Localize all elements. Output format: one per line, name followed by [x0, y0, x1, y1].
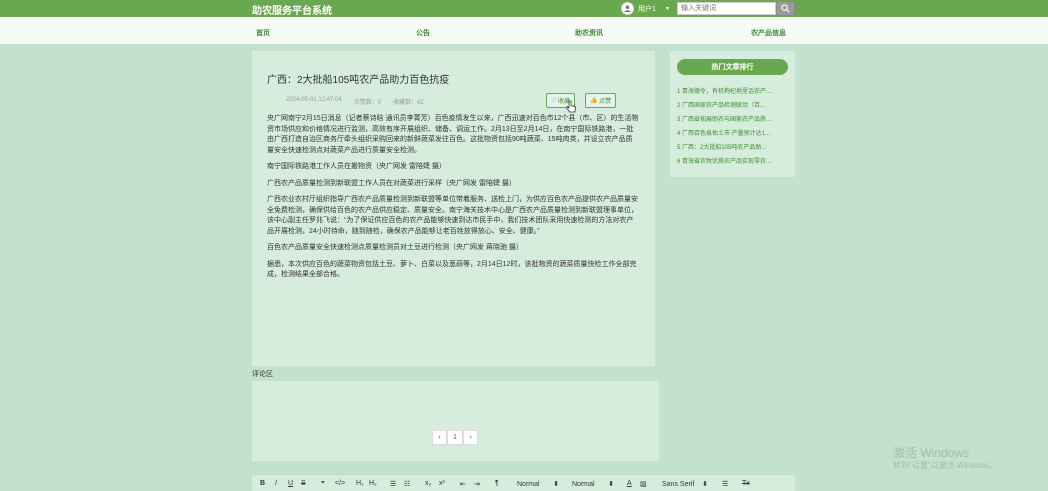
hot-articles-panel: 热门文章排行 1 青海德令，有机枸杞地里话农产... 2 广西国家农产品检测联动… [670, 51, 795, 177]
top-header: 助农服务平台系统 用户1 ▾ [0, 0, 1048, 17]
avatar [621, 2, 634, 15]
heading1-button[interactable]: H₁ [356, 480, 363, 487]
indent-button[interactable]: ⇥ [474, 480, 480, 488]
hot-article-item[interactable]: 2 广西国家农产品检测联动（百... [677, 99, 789, 113]
font-size-select[interactable]: Normal ⬍ [517, 480, 559, 488]
article-paragraph: 南宁国际铁路港工作人员在搬物资（央广网发 雷陪婕 摄） [267, 163, 446, 170]
comments-area: ‹ 1 › [252, 381, 659, 461]
like-button-label: 点赞 [599, 99, 612, 105]
hot-article-item[interactable]: 6 青海省农牧优质农产品实现零农... [677, 155, 789, 169]
user-menu[interactable]: 用户1 ▾ [621, 1, 669, 16]
background-color-button[interactable]: ▨ [640, 480, 647, 488]
outdent-button[interactable]: ⇤ [460, 480, 466, 488]
text-direction-button[interactable]: ¶ [495, 480, 499, 487]
select-arrow-icon: ⬍ [702, 481, 708, 488]
main-nav: 首页 公告 助农资讯 农产品信息 [0, 17, 1048, 44]
article-paragraph: 央广网南宁2月15日消息（记者蔡诗晗 通讯员李菁芳）百色疫情发生以来，广西迅速对… [267, 115, 639, 154]
heading-value: Normal [572, 481, 595, 488]
hot-article-item[interactable]: 3 广西省拓展助农与国家农产品质... [677, 113, 789, 127]
page-number-button[interactable]: 1 [447, 430, 463, 445]
user-icon [623, 5, 632, 13]
article-paragraph: 百色农产品质量安全快速检测点质量检测员对土豆进行检测（央广网发 蒋晓驰 摄） [267, 244, 523, 251]
thumbs-up-icon: 👍 [590, 98, 600, 104]
heart-icon: ♡ [551, 98, 559, 104]
article-card: 广西：2大批船105吨农产品助力百色抗疫 2024-05-01 12:47:04… [252, 51, 655, 366]
bullet-list-button[interactable]: ☷ [404, 480, 410, 488]
clear-format-button[interactable]: Tx [742, 480, 750, 487]
nav-home[interactable]: 首页 [256, 28, 270, 38]
heading2-button[interactable]: H₂ [369, 480, 377, 487]
hand-cursor-icon [565, 100, 576, 113]
next-page-button[interactable]: › [463, 430, 478, 445]
italic-button[interactable]: I [275, 480, 277, 487]
nav-announcements[interactable]: 公告 [416, 28, 430, 38]
align-button[interactable]: ☰ [722, 480, 728, 488]
search-input[interactable] [677, 2, 776, 15]
select-arrow-icon: ⬍ [608, 481, 615, 488]
comments-label: 评论区 [252, 371, 273, 378]
article-body: 央广网南宁2月15日消息（记者蔡诗晗 通讯员李菁芳）百色疫情发生以来，广西迅速对… [267, 114, 639, 287]
underline-button[interactable]: U [288, 480, 293, 487]
hot-articles-title: 热门文章排行 [677, 59, 788, 75]
bold-button[interactable]: B [260, 480, 265, 487]
article-title: 广西：2大批船105吨农产品助力百色抗疫 [267, 75, 450, 86]
site-brand[interactable]: 助农服务平台系统 [252, 2, 332, 17]
strike-button[interactable]: S [301, 480, 306, 487]
code-block-button[interactable]: </> [335, 480, 345, 487]
blockquote-button[interactable]: ❞ [321, 480, 325, 488]
windows-activation-hint: 转到"设置"以激活 Windows。 [893, 461, 998, 470]
hot-article-item[interactable]: 4 广西百色县佑土市 产量预计达1... [677, 127, 789, 141]
article-paragraph: 广西农业农村厅组织指导广西农产品质量检测到新联盟等单位带着服务、送检上门，为供应… [267, 196, 638, 235]
font-family-select[interactable]: Sans Serif ⬍ [662, 480, 708, 488]
font-size-value: Normal [517, 481, 540, 488]
font-color-button[interactable]: A [627, 480, 632, 487]
prev-page-button[interactable]: ‹ [432, 430, 447, 445]
select-arrow-icon: ⬍ [553, 481, 560, 488]
article-paragraph: 广西农产品质量检测到新联盟工作人员在对蔬菜进行采样（央广网发 雷陪婕 摄） [267, 179, 516, 187]
superscript-button[interactable]: x² [439, 480, 445, 487]
collect-count: 收藏数：62 [393, 100, 424, 106]
search-button[interactable] [776, 1, 795, 16]
subscript-button[interactable]: x₂ [425, 480, 431, 487]
article-date: 2024-05-01 12:47:04 [286, 97, 342, 103]
like-count: 点赞数：0 [353, 100, 382, 106]
heading-select[interactable]: Normal ⬍ [572, 480, 614, 488]
nav-agri-news[interactable]: 助农资讯 [575, 28, 603, 38]
pagination: ‹ 1 › [432, 430, 478, 445]
windows-activation-title: 激活 Windows [893, 446, 970, 460]
chevron-down-icon: ▾ [665, 6, 669, 12]
hot-article-item[interactable]: 1 青海德令，有机枸杞地里话农产... [677, 85, 789, 99]
user-name: 用户1 [638, 5, 656, 13]
nav-product-info[interactable]: 农产品信息 [751, 28, 786, 38]
like-button[interactable]: 👍 点赞 [585, 93, 617, 108]
hot-article-item[interactable]: 5 广西：2大批船105吨农产品助... [677, 141, 789, 155]
article-paragraph: 据悉，本次供应百色的蔬菜物资包括土豆、萝卜、白菜以及葱蒜等，2月14日12时，该… [267, 260, 637, 279]
ordered-list-button[interactable]: ☰ [390, 480, 396, 488]
editor-toolbar: B I U S ❞ </> H₁ H₂ ☰ ☷ x₂ x² ⇤ ⇥ ¶ Norm… [252, 474, 795, 491]
search-icon [781, 4, 790, 13]
article-meta: 2024-05-01 12:47:04 点赞数：0 收藏数：62 [286, 97, 424, 106]
hot-articles-list: 1 青海德令，有机枸杞地里话农产... 2 广西国家农产品检测联动（百... 3… [677, 85, 789, 169]
font-family-value: Sans Serif [662, 481, 695, 488]
